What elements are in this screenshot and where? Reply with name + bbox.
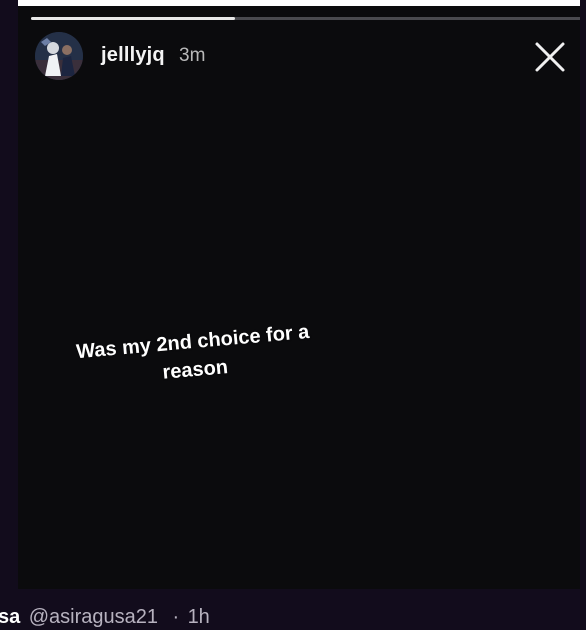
story-progress-fill: [31, 17, 235, 20]
tweet-separator: ·: [172, 606, 180, 628]
tweet-time[interactable]: 1h: [188, 606, 210, 629]
tweet-display-name[interactable]: sa: [0, 606, 20, 629]
avatar[interactable]: [35, 32, 83, 80]
close-button[interactable]: [533, 40, 567, 74]
avatar-image: [35, 32, 83, 80]
tweet-handle[interactable]: @asiragusa21: [29, 606, 158, 629]
close-icon: [535, 42, 565, 72]
story-timestamp: 3m: [179, 45, 206, 66]
story-progress-bar: [31, 17, 580, 20]
story-text: Was my 2nd choice for a reason: [75, 320, 311, 384]
story-frame[interactable]: jelllyjq 3m Was my 2nd choice for a reas…: [18, 6, 580, 589]
tweet-header: sa @asiragusa21 · 1h: [0, 606, 586, 630]
story-username[interactable]: jelllyjq: [101, 44, 165, 67]
